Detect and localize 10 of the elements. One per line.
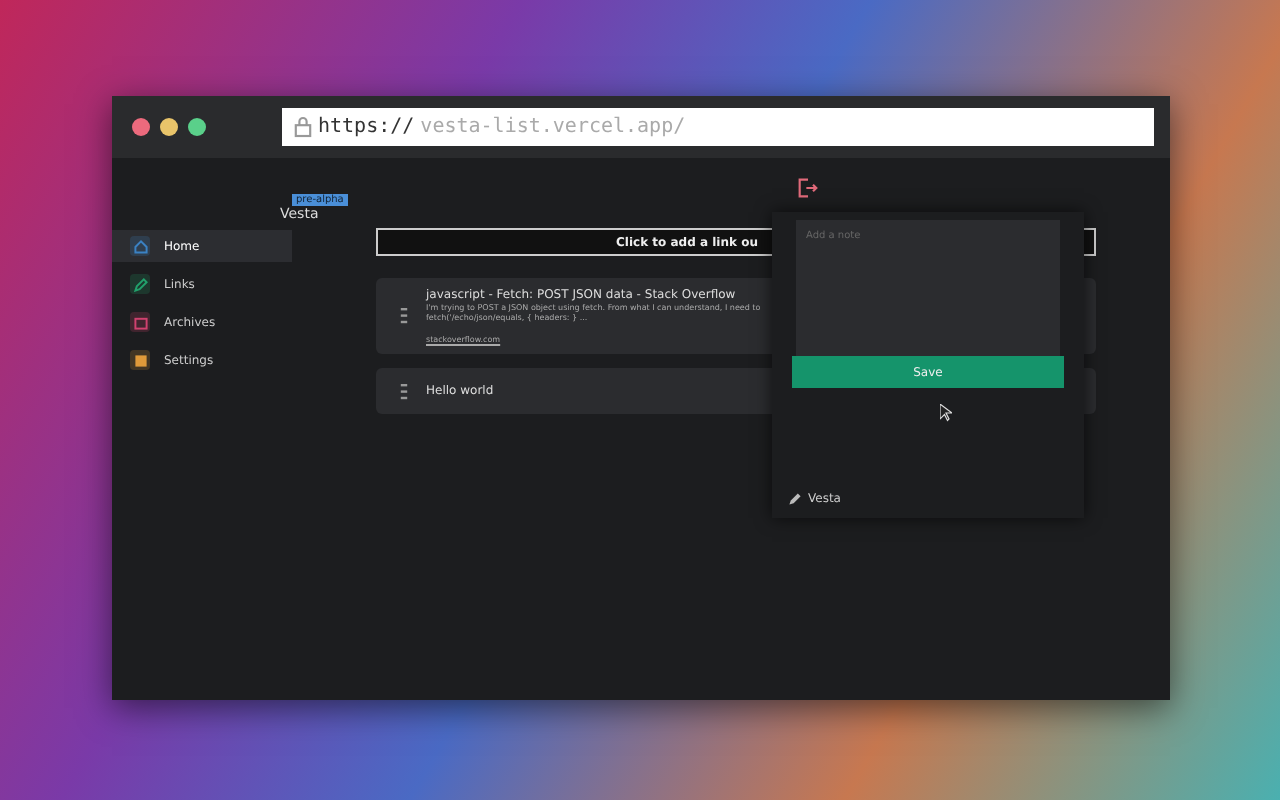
logout-icon[interactable] bbox=[798, 178, 818, 198]
drag-handle-icon[interactable] bbox=[400, 308, 408, 324]
maximize-button[interactable] bbox=[188, 118, 206, 136]
address-bar[interactable]: https:// vesta-list.vercel.app/ bbox=[282, 108, 1154, 146]
close-button[interactable] bbox=[132, 118, 150, 136]
minimize-button[interactable] bbox=[160, 118, 178, 136]
drag-handle-icon[interactable] bbox=[400, 383, 408, 399]
lock-icon bbox=[294, 116, 312, 138]
pencil-icon bbox=[788, 492, 802, 506]
cursor-icon bbox=[940, 404, 952, 422]
